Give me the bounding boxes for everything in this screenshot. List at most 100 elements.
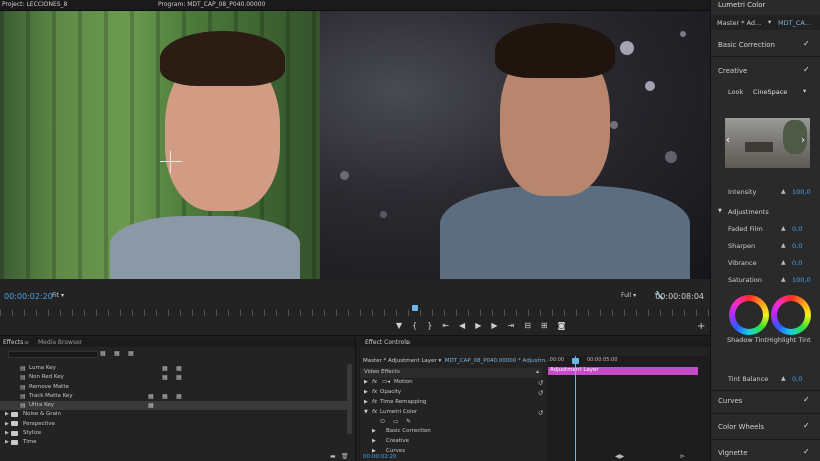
chevron-right-icon[interactable]: ▶ <box>372 438 376 444</box>
zoom-select[interactable]: Fit ▾ <box>52 292 64 299</box>
effect-subsection-basic-correction[interactable]: ▶ Basic Correction <box>360 427 542 437</box>
effect-row-time-remapping[interactable]: ▶ fx Time Remapping <box>360 398 542 408</box>
section-curves[interactable]: Curves ✓ <box>711 394 820 409</box>
master-label[interactable]: Master * Ad... <box>717 19 761 27</box>
chevron-right-icon[interactable]: ▶ <box>5 411 9 417</box>
enable-checkbox[interactable]: ✓ <box>803 395 810 404</box>
tint-balance-value[interactable]: 0,0 <box>792 375 802 383</box>
effect-row-motion[interactable]: ▶ fx ▭◂ Motion ↺ <box>360 378 543 388</box>
menu-icon[interactable]: ≡ <box>406 339 411 346</box>
fx-badge[interactable]: fx <box>372 409 377 415</box>
chevron-right-icon[interactable]: ▶ <box>5 430 9 436</box>
list-item[interactable]: ▶ Stylize <box>0 429 350 438</box>
new-bin-icon[interactable]: ▬ <box>330 453 336 460</box>
keyframe-icon[interactable]: ▲ <box>781 188 786 195</box>
shadow-tint-wheel[interactable] <box>729 295 769 335</box>
enable-checkbox[interactable]: ✓ <box>803 65 810 74</box>
sharpen-value[interactable]: 0,0 <box>792 242 802 250</box>
effect-subsection-creative[interactable]: ▶ Creative <box>360 437 542 447</box>
tab-media-browser[interactable]: Media Browser <box>38 339 82 346</box>
section-vignette[interactable]: Vignette ✓ <box>711 446 820 461</box>
zoom-out-icon[interactable]: ◀▶ <box>615 453 624 460</box>
collapse-icon[interactable]: ▴ <box>536 368 539 375</box>
vibrance-value[interactable]: 0,0 <box>792 259 802 267</box>
keyframe-icon[interactable]: ▲ <box>781 276 786 283</box>
chevron-down-icon[interactable]: ▼ <box>364 409 368 415</box>
saturation-slider[interactable]: Saturation ▲ 100,0 <box>711 274 820 286</box>
chevron-down-icon[interactable]: ▾ <box>803 87 806 95</box>
list-item[interactable]: ▤ Ultra Key ▦ <box>0 401 350 411</box>
enable-checkbox[interactable]: ✓ <box>803 447 810 456</box>
yuv-effects-icon[interactable]: ▦ <box>128 350 134 357</box>
menu-icon[interactable]: ≡ <box>24 339 29 346</box>
source-label[interactable]: Master * Adjustment Layer <box>363 358 437 364</box>
faded-film-slider[interactable]: Faded Film ▲ 0,0 <box>711 223 820 235</box>
playhead[interactable] <box>572 358 579 364</box>
reset-icon[interactable]: ↺ <box>538 389 543 397</box>
tint-balance-slider[interactable]: Tint Balance ▲ 0,0 <box>711 373 820 385</box>
accelerated-effects-icon[interactable]: ▦ <box>100 350 106 357</box>
effect-row-opacity[interactable]: ▶ fx Opacity ↺ <box>360 388 543 398</box>
playhead[interactable] <box>412 305 418 311</box>
reset-icon[interactable]: ↺ <box>538 379 543 387</box>
fx-badge[interactable]: fx <box>372 379 377 385</box>
go-to-in-icon[interactable]: ⇤ <box>442 321 449 331</box>
playhead-timecode[interactable]: 00:00:02:20 <box>4 292 53 301</box>
section-creative[interactable]: Creative ✓ <box>711 64 820 79</box>
chevron-right-icon[interactable]: ▶ <box>372 428 376 434</box>
list-item[interactable]: ▶ Noise & Grain <box>0 410 350 419</box>
keyframe-icon[interactable]: ▲ <box>781 375 786 382</box>
program-monitor[interactable] <box>0 11 710 279</box>
list-item[interactable]: ▤ Track Matte Key ▦ ▦ ▦ <box>0 392 350 401</box>
keyframe-icon[interactable]: ▲ <box>781 259 786 266</box>
section-color-wheels[interactable]: Color Wheels ✓ <box>711 420 820 435</box>
chevron-right-icon[interactable]: › <box>801 135 805 146</box>
mark-in-icon[interactable]: { <box>412 321 417 331</box>
tab-effects[interactable]: Effects <box>3 339 23 346</box>
chevron-right-icon[interactable]: ▶ <box>5 439 9 445</box>
adjustment-layer-clip[interactable]: Adjustment Layer <box>548 367 698 375</box>
play-icon[interactable]: ▶ <box>475 321 481 331</box>
playback-resolution-select[interactable]: Full ▾ <box>621 292 636 299</box>
fx-badge[interactable]: fx <box>372 399 377 405</box>
saturation-value[interactable]: 100,0 <box>792 276 811 284</box>
time-ruler[interactable] <box>0 310 710 316</box>
rectangle-mask-icon[interactable]: ▭ <box>393 418 399 425</box>
add-marker-icon[interactable]: ▼ <box>396 321 402 331</box>
list-item[interactable]: ▤ Non Red Key ▦ ▦ <box>0 373 350 382</box>
list-item[interactable]: ▶ Time <box>0 438 350 447</box>
keyframe-icon[interactable]: ▲ <box>781 242 786 249</box>
chevron-right-icon[interactable]: ▶ <box>364 399 368 405</box>
export-frame-icon[interactable]: ◙ <box>558 321 566 331</box>
ec-timecode[interactable]: 00:00:02:20 <box>363 454 397 460</box>
section-basic-correction[interactable]: Basic Correction ✓ <box>711 38 820 53</box>
keyframe-icon[interactable]: ▲ <box>781 225 786 232</box>
effect-controls-timeline[interactable]: :00:00 00:00:05:00 Adjustment Layer <box>547 356 710 461</box>
reset-icon[interactable]: ↺ <box>538 409 543 417</box>
intensity-value[interactable]: 100,0 <box>792 188 811 196</box>
chevron-right-icon[interactable]: ▶ <box>364 379 368 385</box>
chevron-right-icon[interactable]: ▶ <box>364 389 368 395</box>
clip-label[interactable]: MDT_CAP_08_P040.00000 * Adjustm... <box>445 358 551 364</box>
chevron-left-icon[interactable]: ‹ <box>726 135 730 146</box>
vibrance-slider[interactable]: Vibrance ▲ 0,0 <box>711 257 820 269</box>
button-editor-plus-icon[interactable]: + <box>697 321 705 332</box>
effects-scrollbar[interactable] <box>347 364 352 434</box>
chevron-right-icon[interactable]: ▶ <box>5 421 9 427</box>
filter-icon[interactable]: ⊳ <box>680 453 685 460</box>
tab-project[interactable]: Project: LECCIONES_8 <box>2 1 67 8</box>
go-to-out-icon[interactable]: ⇥ <box>508 321 515 331</box>
effects-search-input[interactable] <box>8 351 98 358</box>
delete-icon[interactable]: 🗑 <box>341 453 349 460</box>
chevron-down-icon[interactable]: ▾ <box>768 18 771 26</box>
step-forward-icon[interactable]: ▶ <box>491 321 497 331</box>
fx-badge[interactable]: fx <box>372 389 377 395</box>
32bit-effects-icon[interactable]: ▦ <box>114 350 120 357</box>
step-back-icon[interactable]: ◀ <box>459 321 465 331</box>
highlight-tint-wheel[interactable] <box>771 295 811 335</box>
look-preview-thumbnail[interactable] <box>725 118 810 168</box>
tab-effect-controls[interactable]: Effect Controls <box>365 339 409 346</box>
extract-icon[interactable]: ⊞ <box>541 321 548 331</box>
enable-checkbox[interactable]: ✓ <box>803 39 810 48</box>
chevron-down-icon[interactable]: ▼ <box>718 208 722 214</box>
